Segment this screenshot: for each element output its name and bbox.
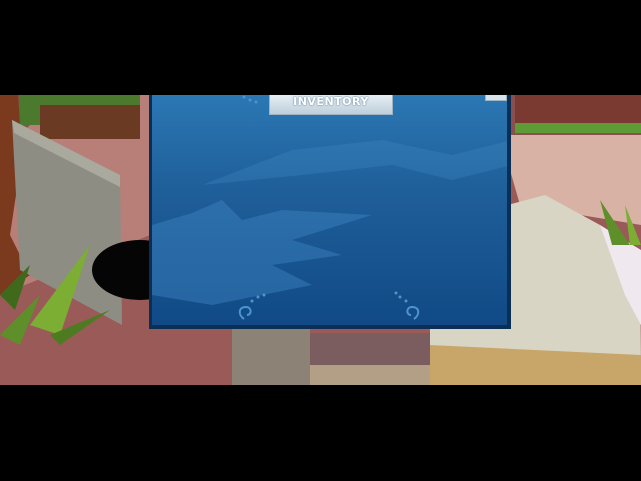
letterbox-bottom <box>0 385 641 481</box>
swirl-ornament-icon <box>394 291 420 320</box>
inventory-panel: INVENTORY <box>149 95 511 329</box>
panel-decoration <box>152 95 507 320</box>
inventory-tab[interactable]: INVENTORY <box>269 95 393 115</box>
letterbox-top <box>0 0 641 95</box>
close-button[interactable] <box>485 95 507 101</box>
